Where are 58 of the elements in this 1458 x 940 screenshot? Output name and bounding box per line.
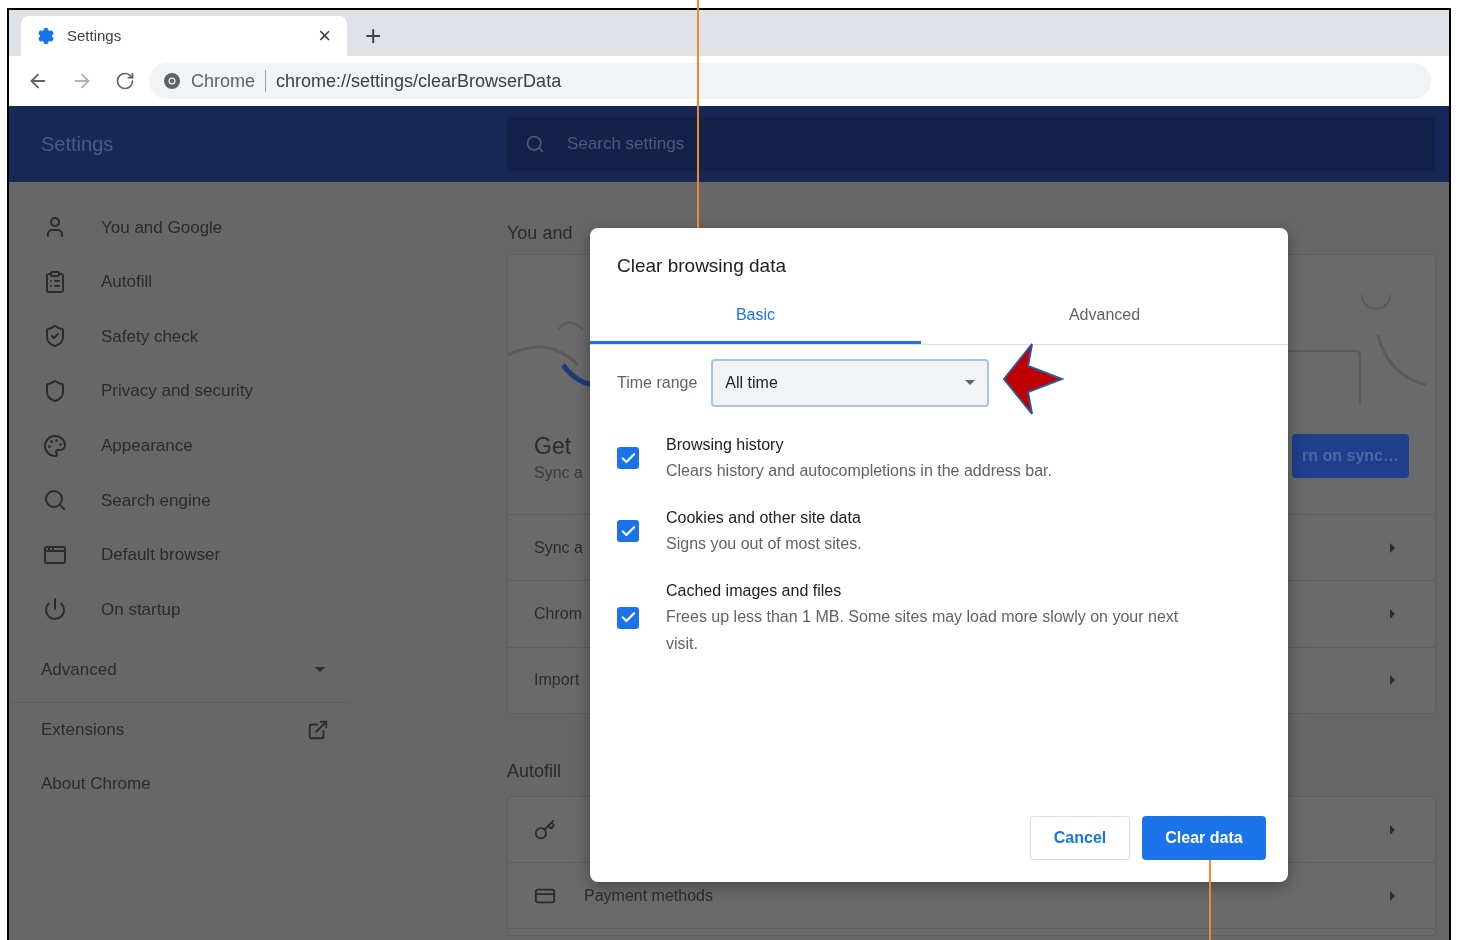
advanced-toggle[interactable]: Advanced	[9, 636, 349, 703]
settings-icon	[37, 27, 55, 45]
option-description: Clears history and autocompletions in the address bar.	[666, 460, 1052, 481]
row-label: Payment methods	[584, 885, 713, 906]
palette-icon	[43, 433, 67, 458]
sidebar-item[interactable]: Default browser	[9, 527, 349, 583]
arrow-icon	[1002, 342, 1064, 416]
sidebar-item[interactable]: Autofill	[9, 254, 349, 310]
chevron-icon	[1390, 824, 1395, 835]
search-icon	[525, 134, 545, 154]
key-icon	[534, 818, 556, 841]
clear-data-button[interactable]: Clear data	[1142, 816, 1266, 860]
chevron-icon	[1390, 675, 1395, 686]
close-tab-button[interactable]: ×	[318, 25, 331, 47]
url-text: chrome://settings/clearBrowserData	[276, 69, 562, 93]
caret-icon	[315, 666, 325, 672]
shield-icon	[43, 379, 67, 404]
power-icon	[43, 597, 67, 622]
sidebar-item[interactable]: On startup	[9, 582, 349, 637]
chrome-logo-icon	[163, 72, 181, 90]
section-heading: You and	[507, 222, 574, 245]
section-heading: Autofill	[507, 760, 563, 783]
dialog-tab[interactable]: Basic	[590, 300, 921, 344]
time-range-label: Time range	[617, 372, 698, 393]
clipboard-icon	[43, 269, 67, 294]
dialog-title: Clear browsing data	[616, 254, 787, 278]
search-icon	[43, 488, 67, 513]
reload-icon[interactable]	[115, 71, 135, 91]
chevron-icon	[1390, 890, 1395, 901]
dialog-tab[interactable]: Advanced	[921, 300, 1288, 344]
option-title: Browsing history	[666, 434, 785, 455]
chevron-icon	[1390, 609, 1395, 619]
chevron-icon	[1390, 542, 1395, 553]
time-range-select[interactable]: All time	[711, 358, 990, 407]
shield-check-icon	[43, 324, 67, 349]
tab-title: Settings	[67, 25, 123, 46]
option-description: Frees up less than 1 MB. Some sites may load more slowly on your next visit.	[666, 606, 1180, 654]
checkbox[interactable]	[617, 520, 639, 542]
sidebar-link[interactable]: Extensions	[9, 702, 349, 757]
option-title: Cookies and other site data	[666, 507, 862, 528]
address-bar[interactable]: Chrome chrome://settings/clearBrowserData	[149, 63, 1431, 99]
new-tab-button[interactable]: +	[365, 22, 382, 50]
checkbox[interactable]	[617, 606, 639, 629]
option-description: Signs you out of most sites.	[666, 533, 862, 554]
sidebar-item[interactable]: You and Google	[9, 200, 349, 255]
dropdown-caret-icon	[965, 380, 976, 385]
option-title: Cached images and files	[666, 580, 843, 601]
site-label: Chrome	[191, 69, 256, 93]
sidebar-link[interactable]: About Chrome	[9, 756, 349, 811]
card-title: Get	[534, 432, 573, 461]
sidebar-item[interactable]: Appearance	[9, 418, 349, 473]
cancel-button[interactable]: Cancel	[1030, 816, 1130, 860]
sidebar-item[interactable]: Privacy and security	[9, 363, 349, 419]
browser-tab[interactable]: Settings ×	[21, 16, 347, 56]
checkbox[interactable]	[617, 447, 639, 469]
sidebar-item[interactable]: Search engine	[9, 472, 349, 528]
external-link-icon	[307, 718, 329, 741]
sidebar-item[interactable]: Safety check	[9, 309, 349, 364]
